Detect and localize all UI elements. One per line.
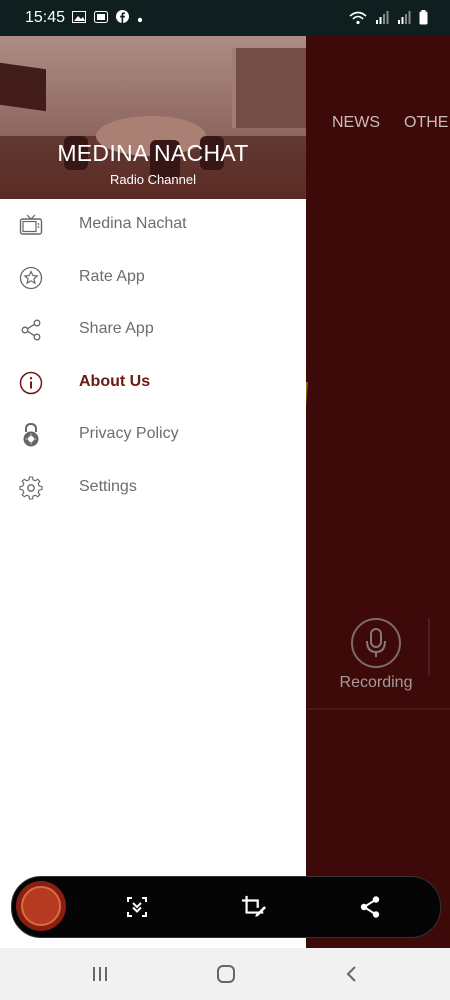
- drawer-header: MEDINA NACHAT Radio Channel: [0, 36, 306, 199]
- image-icon: [72, 10, 86, 28]
- tv-icon: [18, 212, 44, 238]
- logo-image: [21, 886, 61, 926]
- divider: [306, 708, 450, 710]
- background-tabs: NEWS OTHE: [332, 114, 448, 132]
- menu-item-label: Medina Nachat: [79, 215, 187, 232]
- menu-item-label: About Us: [79, 372, 151, 390]
- navigation-drawer: MEDINA NACHAT Radio Channel Medina Nacha…: [0, 36, 306, 948]
- menu-item-medina-nachat[interactable]: Medina Nachat: [0, 199, 306, 252]
- menu-item-share-app[interactable]: Share App: [0, 304, 306, 357]
- tab-news[interactable]: NEWS: [332, 114, 380, 132]
- app-title: MEDINA NACHAT: [57, 140, 249, 166]
- recording-button[interactable]: Recording: [322, 618, 430, 692]
- star-icon: [18, 265, 44, 291]
- drawer-menu: Medina Nachat Rate App Share App About U…: [0, 199, 306, 514]
- recording-label: Recording: [339, 674, 413, 691]
- capture-toolbar: [11, 876, 441, 938]
- menu-item-label: Share App: [79, 320, 154, 337]
- menu-item-label: Rate App: [79, 267, 145, 285]
- menu-item-label: Settings: [79, 477, 137, 495]
- sim-icon: [94, 10, 108, 28]
- dot-icon: [137, 10, 143, 28]
- menu-item-privacy-policy[interactable]: Privacy Policy: [0, 409, 306, 462]
- facebook-icon: [116, 10, 129, 28]
- share-icon: [18, 317, 44, 343]
- status-bar: 15:45: [0, 0, 450, 36]
- battery-icon: [419, 10, 428, 30]
- crop-edit-icon[interactable]: [241, 894, 267, 920]
- gear-icon: [18, 475, 44, 501]
- home-icon[interactable]: [211, 962, 241, 986]
- info-icon: [18, 370, 44, 396]
- signal-icon: [397, 11, 411, 29]
- signal-icon: [375, 11, 389, 29]
- scroll-capture-icon[interactable]: [124, 894, 150, 920]
- divider: [428, 618, 430, 676]
- system-nav-bar: [0, 948, 450, 1000]
- lock-icon: [18, 422, 44, 448]
- screenshot-thumbnail[interactable]: [16, 881, 66, 931]
- status-time: 15:45: [25, 9, 66, 26]
- menu-item-settings[interactable]: Settings: [0, 462, 306, 515]
- tab-others[interactable]: OTHE: [404, 114, 448, 132]
- app-subtitle: Radio Channel: [109, 172, 196, 187]
- back-icon[interactable]: [337, 962, 367, 986]
- menu-item-about-us[interactable]: About Us: [0, 357, 306, 410]
- share-icon[interactable]: [357, 894, 383, 920]
- recents-icon[interactable]: [85, 962, 115, 986]
- menu-item-rate-app[interactable]: Rate App: [0, 252, 306, 305]
- wifi-icon: [349, 11, 367, 30]
- microphone-icon: [351, 618, 401, 668]
- menu-item-label: Privacy Policy: [79, 425, 179, 442]
- background-app: NEWS OTHE Recording: [296, 36, 450, 948]
